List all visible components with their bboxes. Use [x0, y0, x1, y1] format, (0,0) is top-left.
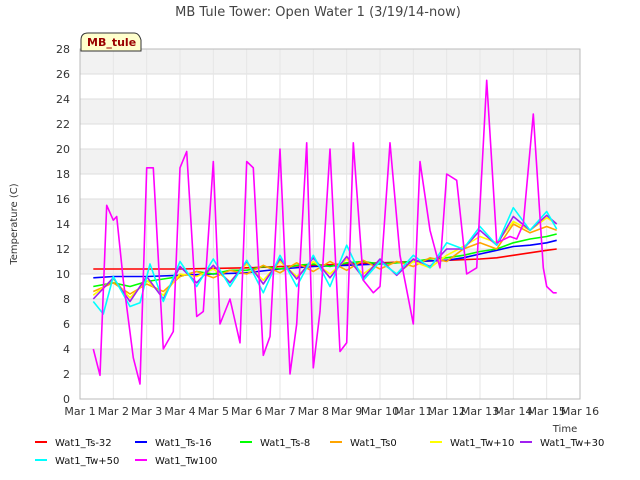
y-tick-label: 28	[56, 43, 70, 56]
y-tick-labels: 0246810121416182022242628	[56, 43, 70, 406]
background-band	[80, 324, 580, 349]
x-axis-label: Time	[552, 424, 577, 435]
background-band	[80, 349, 580, 374]
y-tick-label: 10	[56, 268, 70, 281]
legend-label: Wat1_Tw+50	[55, 456, 119, 467]
x-tick-label: Mar 16	[561, 405, 599, 418]
x-tick-label: Mar 8	[298, 405, 329, 418]
y-tick-label: 16	[56, 193, 70, 206]
x-tick-labels: Mar 1 Mar 2 Mar 3 Mar 4 Mar 5 Mar 6 Mar 7 Mar 8…	[64, 405, 599, 418]
background-band	[80, 299, 580, 324]
y-axis-label: Temperature (C)	[9, 183, 20, 265]
x-tick-label: Mar 3	[131, 405, 162, 418]
y-tick-label: 26	[56, 68, 70, 81]
y-tick-label: 20	[56, 143, 70, 156]
x-tick-label: Mar 6	[231, 405, 262, 418]
background-band	[80, 374, 580, 399]
x-tick-label: Mar 2	[98, 405, 129, 418]
legend-label: Wat1_Ts-8	[260, 438, 310, 449]
background-band	[80, 99, 580, 124]
y-tick-label: 18	[56, 168, 70, 181]
legend: Wat1_Ts-32 Wat1_Ts-16 Wat1_Ts-8 Wat1_Ts0 Wat…	[35, 438, 604, 467]
background-band	[80, 124, 580, 149]
site-tag-text: MB_tule	[87, 36, 136, 49]
y-tick-label: 8	[63, 293, 70, 306]
x-tick-label: Mar 7	[264, 405, 295, 418]
site-tag: MB_tule	[80, 32, 142, 52]
x-tick-label: Mar 9	[331, 405, 362, 418]
y-tick-label: 24	[56, 93, 70, 106]
legend-label: Wat1_Tw+30	[540, 438, 604, 449]
background-band	[80, 49, 580, 74]
legend-label: Wat1_Tw+10	[450, 438, 514, 449]
y-tick-label: 22	[56, 118, 70, 131]
x-tick-label: Mar 5	[198, 405, 229, 418]
y-tick-label: 2	[63, 368, 70, 381]
legend-label: Wat1_Ts-16	[155, 438, 212, 449]
chart-svg: 0246810121416182022242628 Mar 1 Mar 2 Mar …	[9, 5, 604, 467]
legend-label: Wat1_Tw100	[155, 456, 217, 467]
y-tick-label: 6	[63, 318, 70, 331]
background-band	[80, 74, 580, 99]
y-tick-label: 4	[63, 343, 70, 356]
legend-label: Wat1_Ts0	[350, 438, 397, 449]
y-tick-label: 14	[56, 218, 70, 231]
chart-title: MB Tule Tower: Open Water 1 (3/19/14-now…	[175, 5, 461, 20]
legend-label: Wat1_Ts-32	[55, 438, 112, 449]
x-tick-label: Mar 4	[164, 405, 195, 418]
x-tick-label: Mar 1	[64, 405, 95, 418]
y-tick-label: 12	[56, 243, 70, 256]
